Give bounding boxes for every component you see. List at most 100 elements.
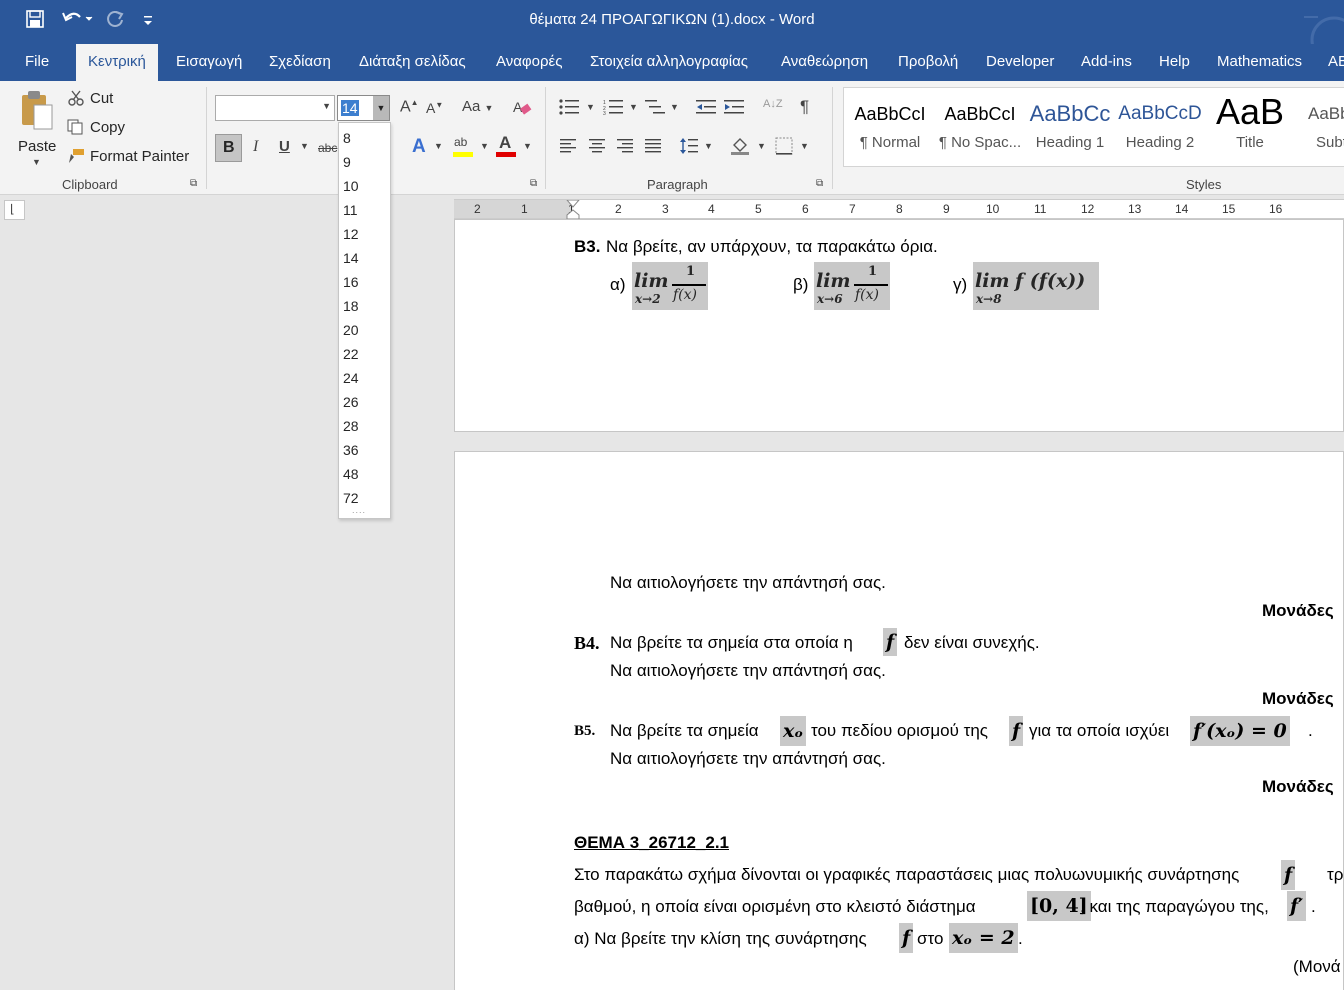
tab-help[interactable]: Help [1159,44,1190,81]
bullets-icon[interactable] [559,99,581,115]
multilevel-list-icon[interactable] [645,99,667,115]
font-size-option[interactable]: 22 [343,346,359,362]
font-size-option[interactable]: 72 [343,490,359,506]
font-size-option[interactable]: 14 [343,250,359,266]
indent-marker-icon[interactable] [566,200,580,220]
tab-references[interactable]: Αναφορές [496,44,562,81]
highlight-dropdown-icon[interactable]: ▼ [480,141,489,151]
numbering-dropdown-icon[interactable]: ▼ [629,102,638,112]
p1-f-math[interactable]: f [1281,860,1296,890]
document-page-1[interactable]: B3. Να βρείτε, αν υπάρχουν, τα παρακάτω … [454,219,1344,432]
fprime-math[interactable]: f′ [1287,891,1307,921]
shading-icon[interactable] [731,137,751,155]
tab-developer[interactable]: Developer [986,44,1054,81]
show-formatting-icon[interactable]: ¶ [800,97,809,117]
style-title[interactable]: AaB Title [1206,92,1294,162]
font-launcher-icon[interactable]: ⧉ [530,178,537,189]
decrease-indent-icon[interactable] [696,99,716,115]
font-size-dropdown-icon[interactable]: ▼ [373,96,389,120]
font-size-option[interactable]: 9 [343,154,351,170]
font-size-value[interactable]: 14 [341,100,359,116]
text-effects-icon[interactable]: A [412,136,426,158]
tab-review[interactable]: Αναθεώρηση [781,44,868,81]
font-size-option[interactable]: 18 [343,298,359,314]
font-size-option[interactable]: 28 [343,418,359,434]
paste-dropdown-icon[interactable]: ▼ [32,157,41,167]
italic-button[interactable]: I [253,138,258,156]
line-spacing-icon[interactable] [680,137,698,155]
paragraph-launcher-icon[interactable]: ⧉ [816,178,823,189]
clear-formatting-icon[interactable]: A [512,98,532,118]
font-size-option[interactable]: 20 [343,322,359,338]
justify-icon[interactable] [645,139,661,153]
tab-addins[interactable]: Add-ins [1081,44,1132,81]
font-name-dropdown-icon[interactable]: ▼ [322,101,331,111]
p3-f-math[interactable]: f [899,923,914,953]
highlight-button[interactable]: ab [453,135,475,159]
font-size-option[interactable]: 16 [343,274,359,290]
horizontal-ruler[interactable]: 2 1 1 2 3 4 5 6 7 8 9 10 11 12 13 14 15 16 [454,199,1344,220]
text-effects-dropdown-icon[interactable]: ▼ [434,141,443,151]
align-center-icon[interactable] [589,139,605,153]
tab-file[interactable]: File [25,44,49,81]
underline-dropdown-icon[interactable]: ▼ [300,141,309,151]
underline-button[interactable]: U [279,138,290,155]
borders-icon[interactable] [775,137,793,155]
xo-eq-math[interactable]: xₒ = 2 [949,923,1018,953]
numbering-icon[interactable]: 123 [603,99,625,115]
limit-a-equation[interactable]: lim x→2 1 f(x) [632,262,708,310]
line-spacing-dropdown-icon[interactable]: ▼ [704,141,713,151]
tab-selector[interactable]: ⌊ [4,200,25,220]
shrink-font-icon[interactable]: A▼ [426,100,443,116]
borders-dropdown-icon[interactable]: ▼ [800,141,809,151]
paste-button[interactable]: Paste ▼ [14,87,60,167]
limit-b-equation[interactable]: lim x→6 1 f(x) [814,262,890,310]
font-size-option[interactable]: 8 [343,130,351,146]
font-size-option[interactable]: 36 [343,442,359,458]
tab-design[interactable]: Σχεδίαση [269,44,331,81]
font-size-option[interactable]: 12 [343,226,359,242]
style-heading-1[interactable]: AaBbCc Heading 1 [1026,92,1114,162]
font-size-option[interactable]: 10 [343,178,359,194]
tab-mathematics[interactable]: Mathematics [1217,44,1302,81]
align-right-icon[interactable] [617,139,633,153]
grow-font-icon[interactable]: A▲ [400,98,419,116]
change-case-icon[interactable]: Aa ▼ [462,98,493,115]
strikethrough-button[interactable]: abc [318,141,337,155]
font-size-option[interactable]: 26 [343,394,359,410]
bold-button[interactable]: B [215,134,242,162]
tab-view[interactable]: Προβολή [898,44,958,81]
tab-home[interactable]: Κεντρική [76,44,158,81]
cut-button[interactable]: Cut [90,90,113,107]
document-page-2[interactable]: Να αιτιολογήσετε την απάντησή σας. Μονάδ… [454,451,1344,990]
tab-layout[interactable]: Διάταξη σελίδας [359,44,466,81]
font-size-option[interactable]: 11 [343,202,358,218]
b5-equation[interactable]: f′(xₒ) = 0 [1190,716,1290,746]
b5-f-math[interactable]: f [1009,716,1024,746]
font-name-combo[interactable]: ▼ [215,95,335,121]
increase-indent-icon[interactable] [724,99,744,115]
sort-icon[interactable]: A↓Z [763,98,783,110]
style-subtitle[interactable]: AaBb Subt [1296,92,1344,162]
align-left-icon[interactable] [560,139,576,153]
font-color-button[interactable]: A [496,133,518,159]
limit-c-equation[interactable]: lim x→8 f (f(x)) [973,262,1099,310]
tab-mailings[interactable]: Στοιχεία αλληλογραφίας [590,44,748,81]
font-color-dropdown-icon[interactable]: ▼ [523,141,532,151]
resize-grip-icon[interactable]: .... [352,505,366,515]
tab-insert[interactable]: Εισαγωγή [176,44,242,81]
shading-dropdown-icon[interactable]: ▼ [757,141,766,151]
style-no-spacing[interactable]: AaBbCcI ¶ No Spac... [936,92,1024,162]
clipboard-launcher-icon[interactable]: ⧉ [190,178,197,189]
font-size-combo[interactable]: 14 ▼ [337,95,390,121]
b5-xo-math[interactable]: xₒ [780,716,807,746]
font-size-option[interactable]: 24 [343,370,359,386]
style-heading-2[interactable]: AaBbCcD Heading 2 [1116,92,1204,162]
tab-ab[interactable]: AB [1328,44,1344,81]
multilevel-dropdown-icon[interactable]: ▼ [670,102,679,112]
format-painter-button[interactable]: Format Painter [90,148,189,165]
font-size-option[interactable]: 48 [343,466,359,482]
bullets-dropdown-icon[interactable]: ▼ [586,102,595,112]
style-normal[interactable]: AaBbCcI ¶ Normal [846,92,934,162]
copy-button[interactable]: Copy [90,119,125,136]
